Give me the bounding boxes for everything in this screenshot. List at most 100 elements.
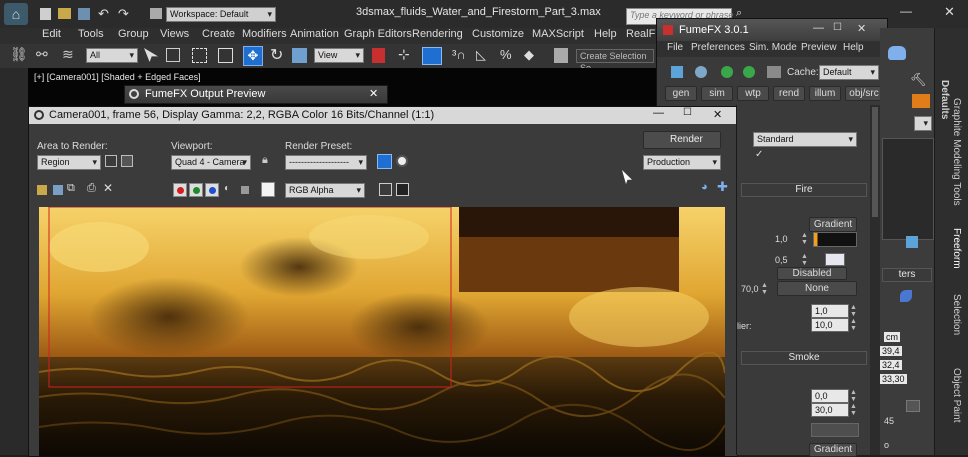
- percent-snap-icon[interactable]: %: [500, 47, 512, 62]
- toggle-ui-overlay-icon[interactable]: [379, 183, 392, 196]
- cmd-dropdown[interactable]: [914, 116, 932, 131]
- undo-icon[interactable]: ↶: [98, 6, 109, 22]
- mono-icon[interactable]: [241, 186, 249, 194]
- red-channel-icon[interactable]: [173, 183, 187, 197]
- cmd-list-box[interactable]: [882, 138, 934, 240]
- clear-icon[interactable]: ✕: [103, 181, 113, 195]
- teapot-render-icon[interactable]: [888, 46, 906, 60]
- channel-display-dropdown[interactable]: RGB Alpha: [285, 183, 365, 198]
- clone-frame-icon[interactable]: ⧉: [67, 182, 75, 195]
- edit-region-icon[interactable]: [105, 155, 117, 167]
- save-image-icon[interactable]: [37, 185, 47, 195]
- fire-spinner-3[interactable]: ▲ ▼: [761, 282, 769, 296]
- fumefx-menu-preview[interactable]: Preview: [801, 42, 837, 53]
- copy-image-icon[interactable]: [53, 185, 63, 195]
- cmd-params-header[interactable]: ters: [882, 268, 932, 282]
- bind-spacewarp-icon[interactable]: ≋: [62, 46, 74, 63]
- fire-gradient-button[interactable]: Gradient: [809, 217, 857, 232]
- open-file-icon[interactable]: [58, 8, 71, 19]
- viewport-dropdown[interactable]: Quad 4 - Camera: [171, 155, 251, 170]
- smoke-rollup-header[interactable]: Smoke: [741, 351, 867, 365]
- smoke-value-1[interactable]: 0,0: [811, 389, 849, 403]
- fire-spinner-1[interactable]: ▲ ▼: [801, 232, 809, 246]
- teapot-icon[interactable]: ◕: [701, 181, 708, 193]
- curve-icon[interactable]: [825, 253, 845, 266]
- menu-graph-editors[interactable]: Graph Editors: [344, 28, 412, 40]
- select-manipulate-icon[interactable]: ⊹: [398, 46, 410, 63]
- frame-maximize-icon[interactable]: ☐: [683, 107, 692, 118]
- edit-named-sel-icon[interactable]: [554, 48, 568, 63]
- menu-group[interactable]: Group: [118, 28, 149, 40]
- menu-modifiers[interactable]: Modifiers: [242, 28, 287, 40]
- fumefx-minimize-icon[interactable]: —: [813, 22, 824, 34]
- swatch-white[interactable]: [261, 182, 275, 197]
- fumefx-tab-gen[interactable]: gen: [665, 86, 697, 101]
- workspace-dropdown[interactable]: Workspace: Default: [166, 7, 276, 22]
- smoke-swatch[interactable]: [811, 423, 859, 437]
- save-file-icon[interactable]: [78, 8, 90, 20]
- auto-region-icon[interactable]: [121, 155, 133, 167]
- menu-create[interactable]: Create: [202, 28, 235, 40]
- max-logo-icon[interactable]: ⌂: [4, 3, 28, 25]
- ref-coord-dropdown[interactable]: View: [314, 48, 364, 63]
- keyboard-shortcut-icon[interactable]: [422, 47, 442, 65]
- named-selection-field[interactable]: Create Selection Se: [576, 49, 654, 73]
- rendered-image[interactable]: [39, 207, 725, 456]
- menu-customize[interactable]: Customize: [472, 28, 524, 40]
- fire-value-5[interactable]: 10,0: [811, 318, 849, 332]
- render-setup-icon[interactable]: [377, 154, 392, 169]
- new-file-icon[interactable]: [40, 8, 51, 20]
- move-tool-icon[interactable]: ✥: [243, 46, 263, 66]
- scale-tool-icon[interactable]: [292, 48, 307, 63]
- fumefx-tab-illum[interactable]: illum: [809, 86, 841, 101]
- ribbon-tab-selection[interactable]: Selection: [951, 294, 962, 335]
- smoke-spinner-1[interactable]: ▲ ▼: [850, 389, 858, 403]
- toggle-ui-icon[interactable]: [396, 183, 409, 196]
- print-icon[interactable]: ⎙: [87, 182, 96, 195]
- fumefx-preview-icon[interactable]: [671, 66, 683, 78]
- redo-icon[interactable]: ↷: [118, 6, 129, 22]
- rotate-tool-icon[interactable]: ↻: [270, 45, 283, 65]
- window-crossing-icon[interactable]: [218, 48, 233, 63]
- ribbon-tab-defaults[interactable]: Defaults: [939, 80, 950, 119]
- preview-close-icon[interactable]: ✕: [369, 87, 378, 100]
- viewport-label[interactable]: [+] [Camera001] [Shaded + Edged Faces]: [34, 72, 201, 82]
- link-icon[interactable]: ⛓: [10, 46, 28, 63]
- fumefx-cache-icon[interactable]: [767, 66, 781, 78]
- hammer-icon[interactable]: 🔨︎: [910, 72, 927, 87]
- menu-realflow[interactable]: RealFl: [626, 28, 658, 40]
- pivot-center-icon[interactable]: [372, 48, 385, 63]
- fumefx-scrollbar-thumb[interactable]: [872, 107, 878, 217]
- orange-color-swatch[interactable]: [912, 94, 930, 108]
- menu-views[interactable]: Views: [160, 28, 189, 40]
- fire-value-4[interactable]: 1,0: [811, 304, 849, 318]
- alpha-channel-icon[interactable]: ◐: [224, 183, 230, 194]
- fumefx-continue-icon[interactable]: [743, 66, 755, 78]
- fumefx-sim-icon[interactable]: [695, 66, 707, 78]
- fumefx-menu-file[interactable]: File: [667, 42, 683, 53]
- menu-edit[interactable]: Edit: [42, 28, 61, 40]
- shader-check-icon[interactable]: ✓: [755, 149, 763, 160]
- fire-rollup-header[interactable]: Fire: [741, 183, 867, 197]
- fire-value-1[interactable]: 1,0: [771, 232, 799, 246]
- fire-spinner-2[interactable]: ▲ ▼: [801, 253, 809, 267]
- cmd-config-icon[interactable]: [906, 236, 918, 248]
- angle-snap-icon[interactable]: ◺: [476, 47, 486, 63]
- ribbon-tab-object-paint[interactable]: Object Paint: [951, 368, 962, 422]
- snap-3-icon[interactable]: ³∩: [452, 47, 466, 62]
- disabled-button[interactable]: Disabled: [777, 267, 847, 280]
- fire-spinner-4[interactable]: ▲ ▼: [850, 304, 858, 318]
- render-shortcut-icon[interactable]: ✚: [717, 179, 728, 195]
- production-dropdown[interactable]: Production: [643, 155, 721, 170]
- cmd-blue-icon[interactable]: [900, 290, 912, 302]
- fumefx-play-icon[interactable]: [721, 66, 733, 78]
- unlink-icon[interactable]: ⚯: [36, 46, 48, 63]
- menu-rendering[interactable]: Rendering: [412, 28, 463, 40]
- area-to-render-dropdown[interactable]: Region: [37, 155, 101, 170]
- fumefx-tab-wtp[interactable]: wtp: [737, 86, 769, 101]
- ribbon-tab-freeform[interactable]: Freeform: [951, 228, 962, 269]
- fire-spinner-5[interactable]: ▲ ▼: [850, 318, 858, 332]
- frame-minimize-icon[interactable]: —: [653, 107, 664, 119]
- fumefx-tab-objsrc[interactable]: obj/src: [845, 86, 883, 101]
- render-preset-dropdown[interactable]: --------------------: [285, 155, 367, 170]
